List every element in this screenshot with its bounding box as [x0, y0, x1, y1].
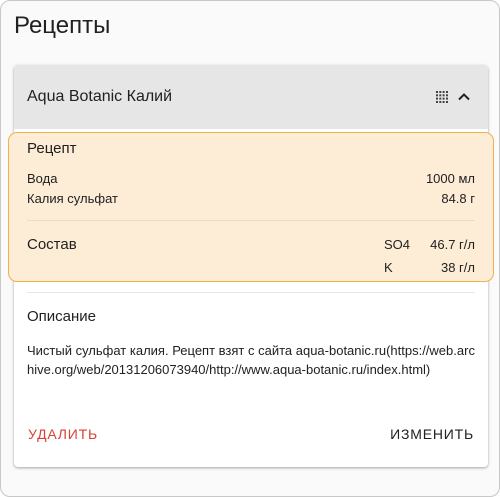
composition-heading: Состав [27, 236, 77, 253]
card-header[interactable]: Aqua Botanic Калий [14, 65, 488, 129]
composition-element: SO4 [384, 237, 411, 252]
card-title: Aqua Botanic Калий [27, 88, 173, 105]
app-window: Рецепты Aqua Botanic Калий Рецепт Вода 1… [0, 0, 500, 497]
section-divider [27, 292, 475, 293]
recipe-row-value: 1000 мл [425, 171, 475, 186]
description-text: Чистый сульфат калия. Рецепт взят с сайт… [27, 343, 475, 377]
delete-button[interactable]: УДАЛИТЬ [28, 425, 98, 443]
recipe-heading: Рецепт [27, 140, 77, 157]
recipe-card: Aqua Botanic Калий Рецепт Вода 1000 мл К… [8, 65, 494, 467]
page-title: Рецепты [14, 12, 111, 39]
description-heading: Описание [27, 308, 97, 325]
composition-value: 46.7 г/л [430, 237, 475, 252]
recipe-row-value: 84.8 г [441, 191, 475, 206]
grid-dots-icon[interactable] [436, 91, 448, 103]
composition-element: K [384, 260, 393, 275]
recipe-row-label: Вода [27, 171, 58, 186]
section-divider [27, 220, 475, 221]
edit-button[interactable]: ИЗМЕНИТЬ [390, 425, 474, 443]
recipe-row-label: Калия сульфат [27, 191, 118, 206]
composition-value: 38 г/л [440, 260, 475, 275]
chevron-up-icon[interactable] [456, 89, 472, 105]
